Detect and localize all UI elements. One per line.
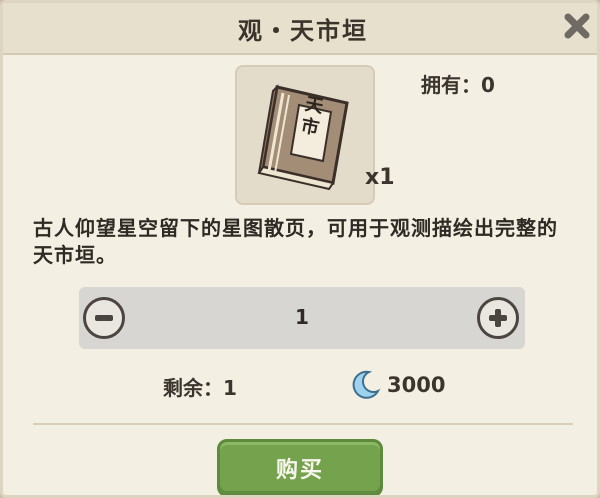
quantity-value: 1: [295, 305, 309, 329]
owned-count: 拥有：0: [421, 73, 495, 97]
remaining-stock: 剩余：1: [163, 376, 237, 400]
dialog-title: 观・天市垣: [238, 17, 368, 45]
increase-button[interactable]: [477, 297, 519, 339]
price-value: 3000: [387, 373, 446, 397]
quantity-stepper: 1: [79, 287, 525, 349]
purchase-dialog: 观・天市垣 天市 x1 拥有：0 古人仰望星空留下的星图散页，可用于观测描绘出完…: [0, 0, 600, 498]
item-slot: 天市: [235, 65, 375, 205]
crescent-moon-icon: [352, 370, 381, 399]
buy-button[interactable]: 购买: [217, 439, 383, 495]
dialog-header: 观・天市垣: [3, 3, 597, 55]
buy-button-label: 购买: [275, 458, 324, 483]
plus-icon: [489, 309, 507, 327]
close-button[interactable]: [559, 8, 595, 44]
price-tag: 3000: [349, 369, 445, 401]
item-quantity: x1: [365, 165, 395, 190]
item-description: 古人仰望星空留下的星图散页，可用于观测描绘出完整的天市垣。: [33, 216, 558, 267]
divider: [33, 423, 573, 425]
close-icon: [564, 13, 590, 39]
